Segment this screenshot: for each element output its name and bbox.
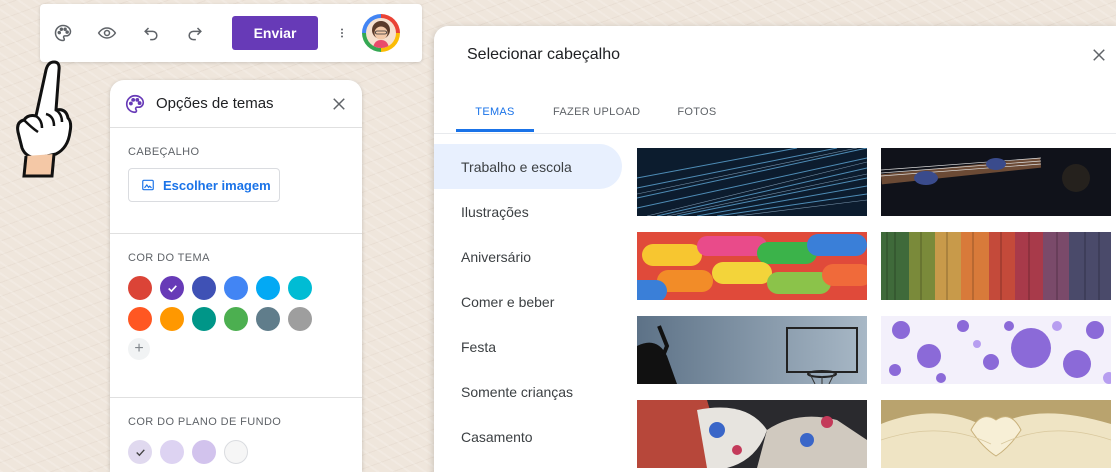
- painted-hands-photo[interactable]: [637, 400, 867, 468]
- theme-color-swatch[interactable]: [192, 307, 216, 331]
- close-icon[interactable]: [330, 95, 348, 113]
- theme-color-swatch[interactable]: [256, 276, 280, 300]
- category-item-ilustracoes[interactable]: Ilustrações: [434, 189, 622, 234]
- pointing-hand-icon: [16, 60, 73, 178]
- theme-color-swatches: [128, 276, 344, 331]
- theme-color-swatch[interactable]: [160, 276, 184, 300]
- background-color-swatch[interactable]: [192, 440, 216, 464]
- check-icon: [135, 448, 145, 456]
- theme-color-label: COR DO TEMA: [128, 252, 210, 264]
- category-item-aniversario[interactable]: Aniversário: [434, 234, 622, 279]
- tab-fazer-upload[interactable]: FAZER UPLOAD: [553, 102, 640, 132]
- theme-color-swatch[interactable]: [160, 307, 184, 331]
- add-custom-color-button[interactable]: +: [128, 338, 150, 360]
- dialog-tabs: TEMAS FAZER UPLOAD FOTOS: [456, 102, 717, 132]
- fiber-optics-photo[interactable]: [637, 148, 867, 216]
- image-icon: [142, 179, 154, 191]
- category-item-trabalho-e-escola[interactable]: Trabalho e escola: [434, 144, 622, 189]
- category-item-comer-e-beber[interactable]: Comer e beber: [434, 279, 622, 324]
- category-list: Trabalho e escola Ilustrações Aniversári…: [434, 144, 622, 459]
- more-vert-icon[interactable]: [336, 22, 348, 44]
- theme-color-swatch[interactable]: [128, 276, 152, 300]
- purple-bubbles-photo[interactable]: [881, 316, 1111, 384]
- choose-image-label: Escolher imagem: [163, 177, 271, 193]
- form-toolbar: Enviar: [40, 4, 422, 62]
- book-pages-heart-photo[interactable]: [881, 400, 1111, 468]
- background-color-section: COR DO PLANO DE FUNDO: [110, 398, 362, 472]
- guitar-photo[interactable]: [881, 148, 1111, 216]
- undo-icon[interactable]: [140, 22, 162, 44]
- close-icon[interactable]: [1090, 46, 1108, 64]
- check-icon: [167, 284, 177, 292]
- send-button[interactable]: Enviar: [232, 16, 318, 50]
- background-color-swatch[interactable]: [224, 440, 248, 464]
- header-section-label: CABEÇALHO: [128, 146, 200, 158]
- theme-color-swatch[interactable]: [192, 276, 216, 300]
- theme-color-swatch[interactable]: [224, 307, 248, 331]
- eye-icon[interactable]: [96, 22, 118, 44]
- tabs-divider: [434, 133, 1116, 134]
- background-color-swatches: [128, 440, 344, 464]
- background-color-swatch[interactable]: [128, 440, 152, 464]
- theme-color-swatch[interactable]: [224, 276, 248, 300]
- yarn-photo[interactable]: [881, 232, 1111, 300]
- theme-color-swatch[interactable]: [288, 276, 312, 300]
- theme-color-section: COR DO TEMA +: [110, 234, 362, 398]
- choose-image-button[interactable]: Escolher imagem: [128, 168, 280, 202]
- theme-panel-title: Opções de temas: [156, 95, 274, 112]
- dialog-title: Selecionar cabeçalho: [467, 46, 620, 63]
- category-item-casamento[interactable]: Casamento: [434, 414, 622, 459]
- select-header-dialog: Selecionar cabeçalho TEMAS FAZER UPLOAD …: [434, 26, 1116, 472]
- redo-icon[interactable]: [184, 22, 206, 44]
- theme-color-swatch[interactable]: [128, 307, 152, 331]
- candy-photo[interactable]: [637, 232, 867, 300]
- background-color-label: COR DO PLANO DE FUNDO: [128, 416, 282, 428]
- avatar[interactable]: [362, 14, 400, 52]
- background-color-swatch[interactable]: [160, 440, 184, 464]
- tab-fotos[interactable]: FOTOS: [677, 102, 716, 132]
- palette-icon[interactable]: [52, 22, 74, 44]
- header-section: CABEÇALHO Escolher imagem: [110, 128, 362, 234]
- theme-panel-header: Opções de temas: [110, 80, 362, 128]
- palette-icon: [126, 94, 145, 113]
- tab-temas[interactable]: TEMAS: [456, 102, 534, 132]
- category-item-somente-criancas[interactable]: Somente crianças: [434, 369, 622, 414]
- theme-options-panel: Opções de temas CABEÇALHO Escolher image…: [110, 80, 362, 472]
- basketball-hoop-photo[interactable]: [637, 316, 867, 384]
- category-item-festa[interactable]: Festa: [434, 324, 622, 369]
- theme-color-swatch[interactable]: [256, 307, 280, 331]
- avatar-face-icon: [366, 18, 396, 48]
- theme-color-swatch[interactable]: [288, 307, 312, 331]
